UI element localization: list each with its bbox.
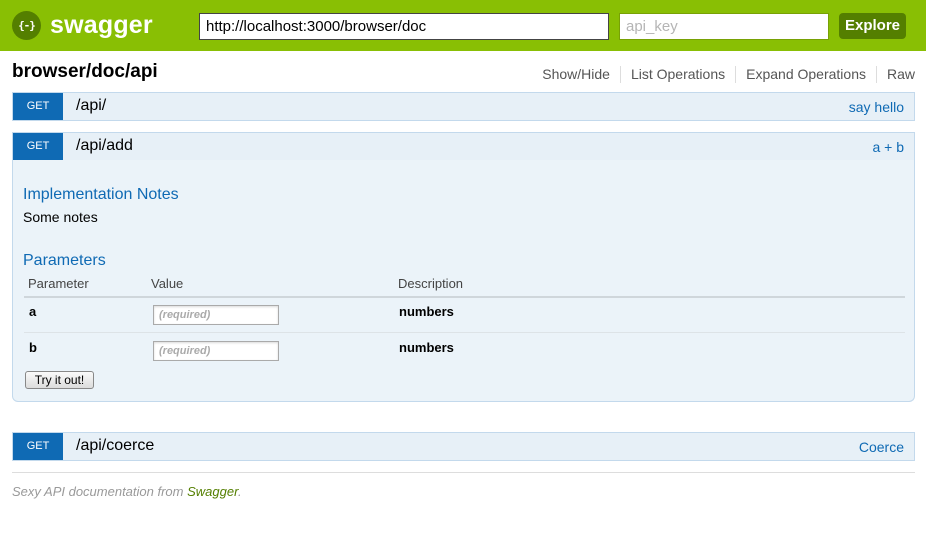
parameters-title: Parameters [23, 252, 106, 269]
operation-summary[interactable]: a + b [872, 139, 904, 155]
header-bar: {-} swagger Explore [0, 0, 926, 51]
explore-button[interactable]: Explore [839, 13, 906, 39]
swagger-link[interactable]: Swagger [187, 484, 238, 499]
swagger-logo[interactable]: {-} swagger [12, 10, 153, 40]
expand-operations-link[interactable]: Expand Operations [736, 66, 877, 83]
column-header-value: Value [151, 276, 184, 291]
api-key-input[interactable] [619, 13, 829, 40]
operation-path[interactable]: /api/coerce [76, 437, 154, 455]
column-header-parameter: Parameter [28, 276, 89, 291]
param-b-input[interactable] [153, 341, 279, 361]
implementation-notes-title: Implementation Notes [23, 186, 179, 203]
param-name: b [29, 340, 37, 355]
api-url-input[interactable] [199, 13, 609, 40]
raw-link[interactable]: Raw [877, 66, 915, 83]
operation-path[interactable]: /api/ [76, 97, 106, 115]
swagger-logo-text: swagger [50, 10, 153, 39]
http-method-badge[interactable]: GET [13, 133, 63, 160]
implementation-notes-text: Some notes [23, 209, 98, 225]
operation-content: Implementation Notes Some notes Paramete… [12, 160, 915, 402]
operation-summary[interactable]: say hello [849, 99, 904, 115]
http-method-badge[interactable]: GET [13, 93, 63, 120]
operation-heading[interactable]: GET /api/add a + b [12, 132, 915, 161]
operation-heading[interactable]: GET /api/ say hello [12, 92, 915, 121]
http-method-badge[interactable]: GET [13, 433, 63, 460]
operation-path[interactable]: /api/add [76, 137, 133, 155]
param-description: numbers [399, 304, 454, 319]
list-operations-link[interactable]: List Operations [621, 66, 737, 83]
footer-prefix: Sexy API documentation from [12, 484, 188, 499]
footer-text: Sexy API documentation from Swagger. [12, 484, 242, 499]
footer-divider [12, 472, 915, 473]
column-header-description: Description [398, 276, 464, 291]
footer-suffix: . [237, 484, 242, 499]
table-row-divider [24, 332, 905, 333]
show-hide-link[interactable]: Show/Hide [532, 66, 621, 83]
param-a-input[interactable] [153, 305, 279, 325]
resource-title[interactable]: browser/doc/api [12, 61, 158, 83]
resource-options: Show/Hide List Operations Expand Operati… [532, 66, 915, 83]
operation-summary[interactable]: Coerce [859, 439, 904, 455]
param-name: a [29, 304, 37, 319]
swagger-logo-icon: {-} [12, 10, 41, 40]
operation-heading[interactable]: GET /api/coerce Coerce [12, 432, 915, 461]
try-it-out-button[interactable]: Try it out! [25, 371, 94, 389]
param-description: numbers [399, 340, 454, 355]
table-header-divider [24, 296, 905, 298]
